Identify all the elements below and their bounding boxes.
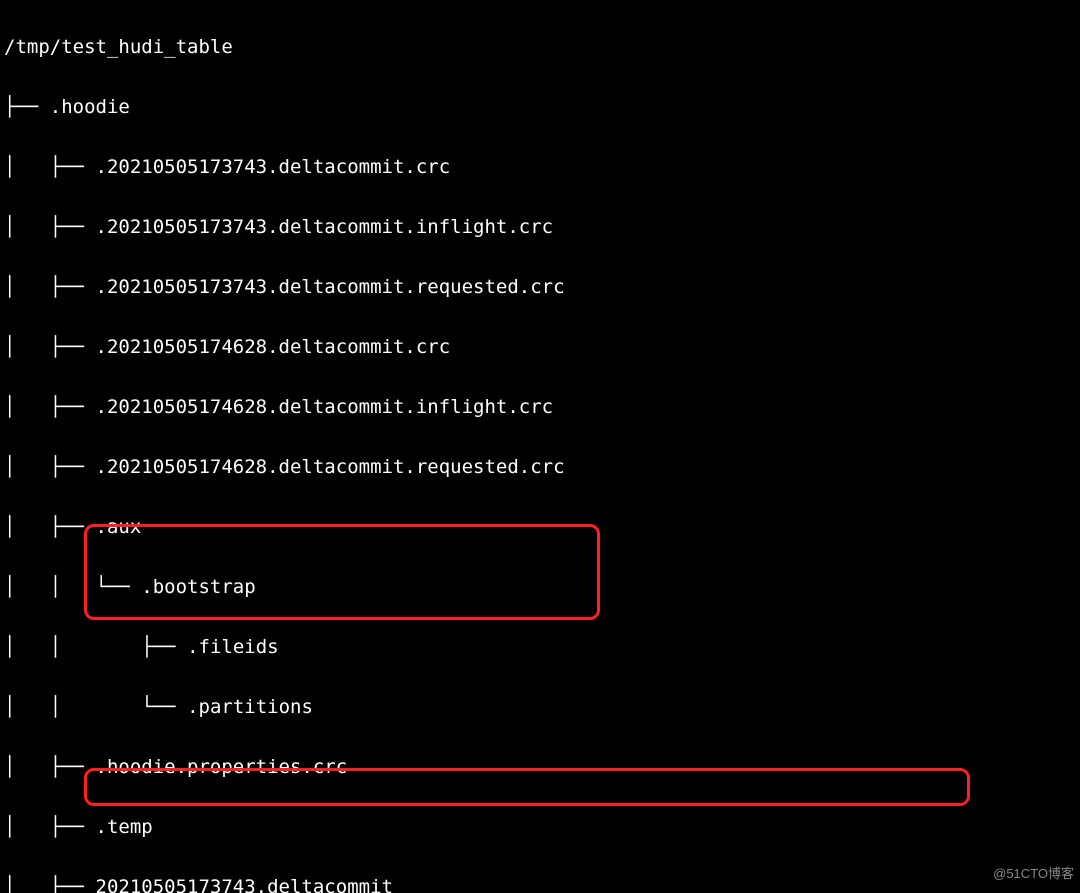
tree-output: /tmp/test_hudi_table ├── .hoodie │ ├── .… (0, 0, 1080, 893)
watermark: @51CTO博客 (993, 859, 1074, 889)
tree-item: │ │ └── .partitions (4, 692, 1080, 722)
tree-item: │ ├── .20210505174628.deltacommit.reques… (4, 452, 1080, 482)
tree-item: │ ├── .20210505174628.deltacommit.inflig… (4, 392, 1080, 422)
tree-item: │ ├── .20210505173743.deltacommit.reques… (4, 272, 1080, 302)
tree-item: │ ├── .aux (4, 512, 1080, 542)
tree-item: │ ├── .20210505174628.deltacommit.crc (4, 332, 1080, 362)
tree-item: │ ├── .20210505173743.deltacommit.crc (4, 152, 1080, 182)
tree-item: ├── .hoodie (4, 92, 1080, 122)
tree-item: │ │ └── .bootstrap (4, 572, 1080, 602)
tree-item: │ │ ├── .fileids (4, 632, 1080, 662)
tree-item: │ ├── .20210505173743.deltacommit.inflig… (4, 212, 1080, 242)
tree-item: │ ├── .temp (4, 812, 1080, 842)
tree-item: │ ├── 20210505173743.deltacommit (4, 872, 1080, 893)
tree-root: /tmp/test_hudi_table (4, 32, 1080, 62)
tree-item: │ ├── .hoodie.properties.crc (4, 752, 1080, 782)
